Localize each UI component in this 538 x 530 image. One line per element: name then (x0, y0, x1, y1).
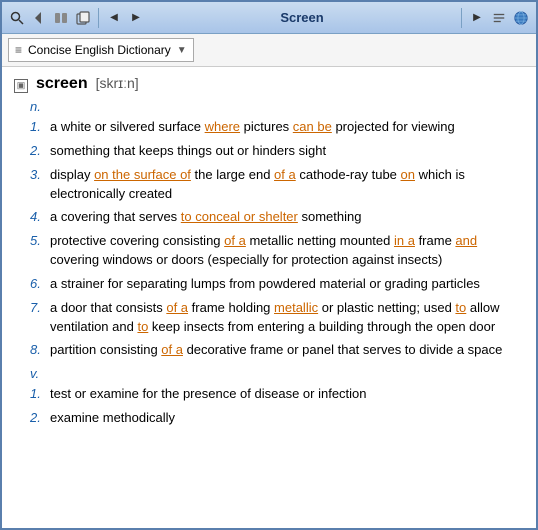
dictionary-content[interactable]: ▣ screen [skrɪːn] n. 1. a white or silve… (2, 67, 536, 528)
list-item: 1. test or examine for the presence of d… (30, 385, 524, 404)
globe-icon[interactable] (512, 9, 530, 27)
noun-definitions-list: 1. a white or silvered surface where pic… (30, 118, 524, 360)
titlebar: ◀ ▶ Screen ▶ (2, 2, 536, 34)
nav-right-2[interactable] (490, 9, 508, 27)
list-item: 7. a door that consists of a frame holdi… (30, 299, 524, 337)
next-btn[interactable]: ▶ (127, 9, 145, 27)
copy-icon[interactable] (74, 9, 92, 27)
main-window: ◀ ▶ Screen ▶ ≡ Concise English Dicti (0, 0, 538, 530)
list-item: 2. examine methodically (30, 409, 524, 428)
separator-1 (98, 8, 99, 28)
entry-header: ▣ screen [skrɪːn] (14, 75, 524, 93)
window-title: Screen (149, 10, 455, 25)
prev-btn[interactable]: ◀ (105, 9, 123, 27)
lines-icon: ≡ (15, 43, 22, 57)
pronunciation: [skrɪːn] (96, 75, 139, 91)
pos-verb: v. (30, 366, 524, 381)
list-item: 6. a strainer for separating lumps from … (30, 275, 524, 294)
pos-noun: n. (30, 99, 524, 114)
list-item: 4. a covering that serves to conceal or … (30, 208, 524, 227)
list-item: 1. a white or silvered surface where pic… (30, 118, 524, 137)
content-area: ▣ screen [skrɪːn] n. 1. a white or silve… (2, 67, 536, 528)
forward-icon[interactable] (52, 9, 70, 27)
dictionary-dropdown[interactable]: ≡ Concise English Dictionary ▼ (8, 38, 194, 62)
list-item: 3. display on the surface of the large e… (30, 166, 524, 204)
list-item: 2. something that keeps things out or hi… (30, 142, 524, 161)
dictionary-selector-bar: ≡ Concise English Dictionary ▼ (2, 34, 536, 67)
nav-right-1[interactable]: ▶ (468, 9, 486, 27)
headword: screen (36, 75, 88, 93)
dropdown-arrow: ▼ (177, 45, 187, 56)
dictionary-name: Concise English Dictionary (28, 43, 171, 57)
list-item: 8. partition consisting of a decorative … (30, 341, 524, 360)
separator-2 (461, 8, 462, 28)
back-icon[interactable] (30, 9, 48, 27)
search-icon[interactable] (8, 9, 26, 27)
list-item: 5. protective covering consisting of a m… (30, 232, 524, 270)
verb-definitions-list: 1. test or examine for the presence of d… (30, 385, 524, 428)
entry-type-icon: ▣ (14, 79, 28, 93)
